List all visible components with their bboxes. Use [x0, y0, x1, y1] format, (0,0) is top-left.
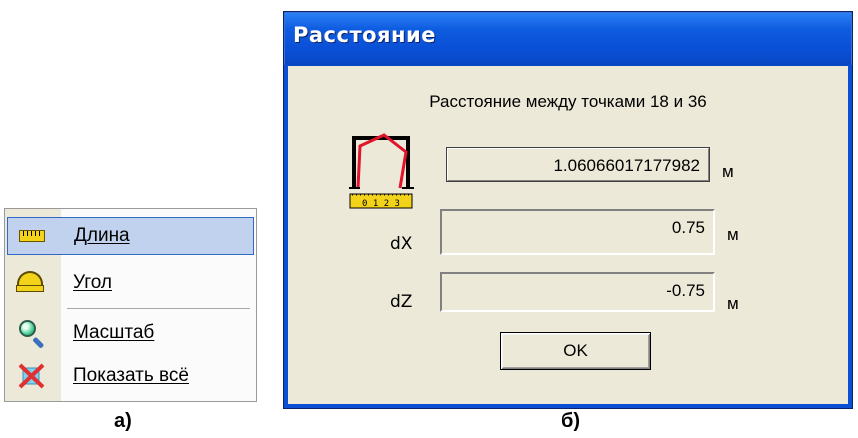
frame-distance-icon: 0 1 2 3 [349, 133, 414, 209]
distance-dialog: Расстояние Расстояние между точками 18 и… [283, 11, 853, 409]
dz-label: dZ [390, 292, 413, 312]
dx-value-field[interactable]: 0.75 [440, 209, 715, 255]
menu-item-length[interactable]: Длина [7, 217, 254, 255]
magnifier-icon [7, 315, 59, 351]
dz-value-field[interactable]: -0.75 [440, 272, 715, 312]
dialog-border-left [284, 65, 288, 408]
protractor-icon [7, 265, 59, 301]
dialog-border-right [848, 65, 852, 408]
menu-item-label: Масштаб [73, 322, 155, 343]
menu-item-label: Показать всё [73, 365, 189, 386]
dialog-title: Расстояние [293, 23, 437, 47]
dialog-titlebar[interactable]: Расстояние [285, 13, 851, 66]
distance-unit: м [722, 162, 734, 181]
menu-item-angle[interactable]: Угол [7, 264, 254, 302]
dialog-border-bottom [284, 404, 852, 408]
dz-unit: м [727, 294, 739, 313]
ruler-digits: 0 1 2 3 [362, 199, 400, 209]
ok-button[interactable]: OK [500, 332, 651, 370]
menu-item-scale[interactable]: Масштаб [7, 314, 254, 352]
menu-item-label: Длина [74, 225, 130, 246]
dx-label: dX [390, 234, 413, 254]
context-menu: Длина Угол Масштаб Показать всё [4, 208, 257, 402]
distance-value-field[interactable]: 1.06066017177982 [446, 147, 710, 182]
dx-unit: м [727, 225, 739, 244]
show-all-icon [7, 358, 59, 394]
caption-a: а) [114, 410, 132, 432]
ruler-icon [8, 218, 60, 254]
menu-item-show-all[interactable]: Показать всё [7, 357, 254, 395]
menu-separator [67, 308, 250, 309]
dialog-heading: Расстояние между точками 18 и 36 [429, 92, 707, 111]
caption-b: б) [561, 410, 581, 432]
menu-item-label: Угол [73, 272, 112, 293]
